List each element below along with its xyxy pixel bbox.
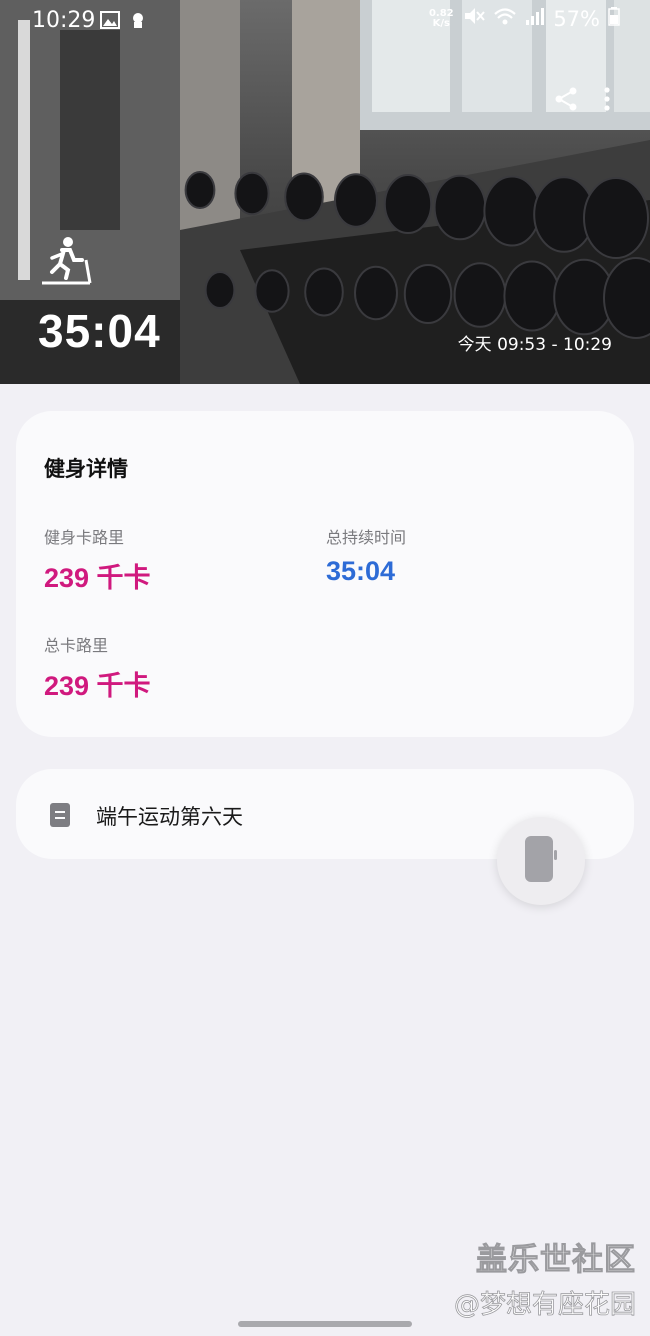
dumbbell-plate	[433, 174, 487, 241]
dumbbell-plate	[304, 267, 344, 317]
gesture-nav-handle[interactable]	[238, 1321, 412, 1327]
dumbbell-plate	[503, 260, 561, 332]
status-bar: 10:29 0.82 K/s 57%	[0, 0, 650, 40]
mute-icon	[463, 6, 486, 31]
notification-icon	[130, 10, 146, 34]
dumbbell-plate	[603, 257, 650, 339]
dumbbell-plate	[184, 171, 216, 209]
signal-icon	[525, 6, 545, 31]
status-time: 10:29	[32, 8, 96, 33]
metric-label: 总卡路里	[44, 636, 109, 655]
battery-icon	[608, 6, 620, 31]
watch-button[interactable]	[497, 817, 585, 905]
share-icon[interactable]	[554, 86, 578, 116]
detail-title: 健身详情	[44, 457, 128, 481]
watermark-brand: 盖乐世社区	[476, 1242, 636, 1279]
wifi-icon	[493, 6, 517, 31]
dumbbell-plate	[403, 264, 453, 324]
metric-total-duration: 总持续时间 35:04	[326, 524, 406, 587]
workout-detail-card: 健身详情 健身卡路里 239 千卡 总持续时间 35:04 总卡路里 239 千…	[16, 411, 634, 737]
dumbbell-plate	[254, 269, 290, 313]
battery-percent: 57%	[553, 6, 600, 31]
image-icon	[100, 10, 120, 34]
dumbbell-plate	[583, 177, 649, 259]
watch-icon	[523, 834, 559, 888]
dumbbell-plate	[483, 175, 541, 247]
net-speed: 0.82 K/s	[428, 7, 454, 29]
workout-time-range: 今天 09:53 - 10:29	[457, 335, 612, 355]
dumbbell-plate	[383, 174, 433, 234]
note-icon	[50, 803, 70, 831]
watermark-author: @梦想有座花园	[453, 1290, 637, 1321]
dumbbell-plate	[334, 173, 378, 228]
metric-label: 总持续时间	[326, 528, 407, 547]
metric-value: 35:04	[326, 556, 396, 586]
hero-duration: 35:04	[38, 305, 161, 357]
metric-value: 239 千卡	[44, 563, 151, 593]
metric-label: 健身卡路里	[44, 528, 125, 547]
treadmill-icon	[40, 236, 92, 290]
note-text: 端午运动第六天	[96, 805, 243, 829]
dumbbell-plate	[204, 271, 236, 309]
dumbbell-plate	[284, 172, 324, 222]
metric-total-calories: 总卡路里 239 千卡	[44, 632, 151, 703]
more-icon[interactable]	[604, 86, 610, 116]
dumbbell-plate	[234, 171, 270, 216]
dumbbell-plate	[453, 262, 507, 328]
hero-banner: 10:29 0.82 K/s 57% 35:04 今天 09:53 - 10:2…	[0, 0, 650, 384]
metric-value: 239 千卡	[44, 671, 151, 701]
metric-workout-calories: 健身卡路里 239 千卡	[44, 524, 151, 595]
dumbbell-plate	[354, 265, 398, 321]
